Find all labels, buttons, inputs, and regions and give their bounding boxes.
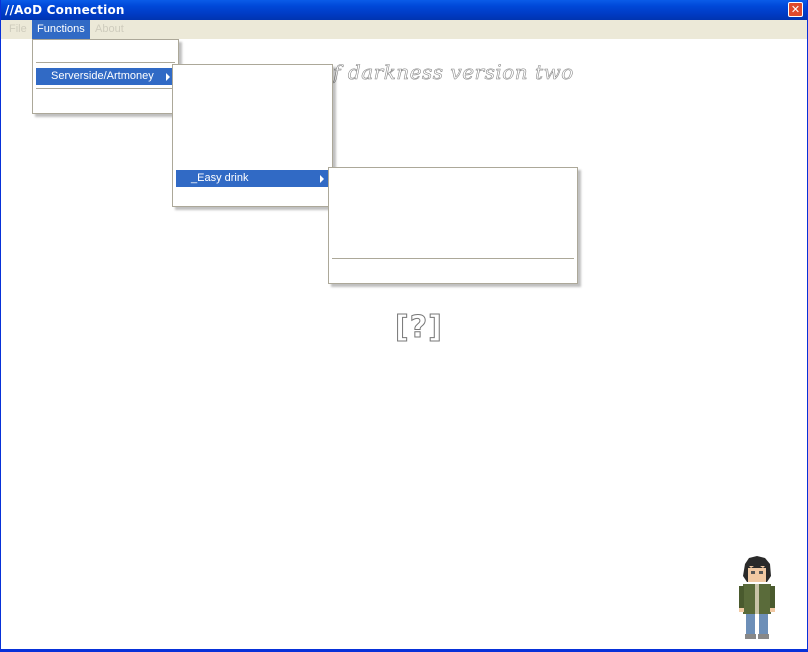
submenu-arrow-icon (166, 73, 170, 81)
help-button[interactable]: [?] (395, 310, 443, 346)
menu-item-label: Serverside/Artmoney (51, 70, 154, 82)
close-button[interactable]: ✕ (788, 2, 803, 17)
menu-about[interactable]: About (90, 20, 129, 39)
menu-item-serverside-artmoney[interactable]: Serverside/Artmoney (36, 68, 175, 85)
title-bar[interactable]: //AoD Connection ✕ (1, 0, 807, 20)
menu-item-easy-drink[interactable]: _Easy drink (176, 170, 329, 187)
submenu-arrow-icon (320, 175, 324, 183)
menu-functions[interactable]: Functions (32, 20, 90, 39)
easy-drink-submenu (328, 167, 578, 284)
menu-file[interactable]: File (4, 20, 32, 39)
menu-separator (36, 88, 175, 89)
application-window: //AoD Connection ✕ File Functions About … (0, 0, 808, 652)
menu-separator (332, 258, 574, 259)
mascot-character-icon (739, 556, 775, 639)
menu-bar: File Functions About (1, 20, 807, 39)
window-title: //AoD Connection (5, 3, 125, 17)
functions-menu: Serverside/Artmoney (32, 39, 179, 114)
menu-item-label: _Easy drink (191, 172, 249, 184)
menu-separator (36, 62, 175, 63)
serverside-submenu: _Easy drink (172, 64, 333, 207)
